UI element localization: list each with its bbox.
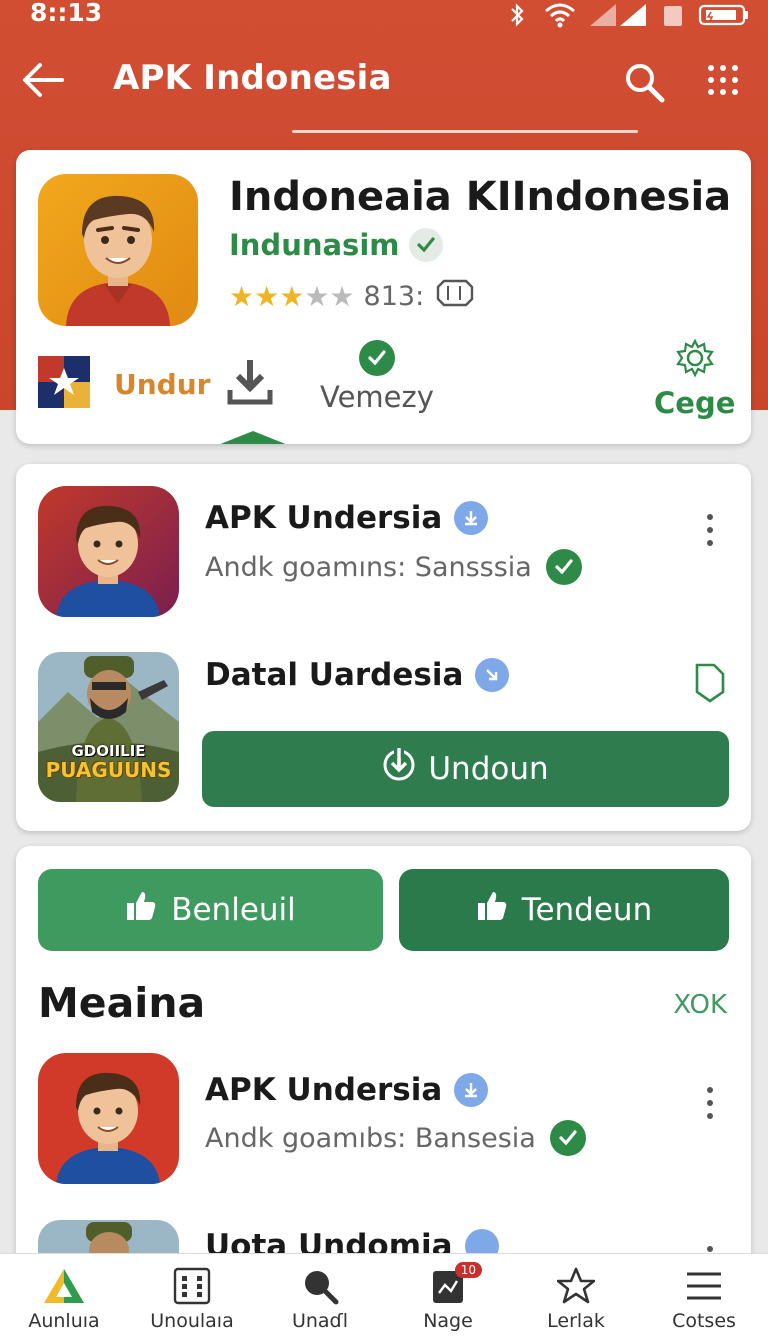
gear-icon (675, 338, 715, 382)
app-name: APK Undersia (205, 500, 443, 536)
download-button[interactable]: Undoun (202, 731, 729, 807)
info-badge-icon (475, 658, 510, 692)
screen-fit-icon (434, 278, 474, 315)
check-circle-icon (545, 549, 582, 585)
vemezy-label: Vemezy (320, 380, 434, 414)
rating-count: 813: (363, 281, 425, 312)
section-more-link[interactable]: XOK (673, 990, 727, 1020)
status-bar: 8::13 (0, 0, 768, 30)
check-circle-icon (549, 1120, 586, 1156)
app-list-card: APK Undersia Andk goamıns: Sansssia GDOI… (16, 464, 751, 831)
nav-label: Nage (423, 1310, 473, 1332)
app-title-row2[interactable]: Datal Uardesia (205, 657, 510, 693)
document-icon[interactable] (694, 662, 726, 704)
signal-icon (590, 2, 648, 28)
apps-grid-icon[interactable] (705, 62, 741, 98)
app-icon-apk-undersia[interactable] (38, 1053, 179, 1184)
nav-label: Unaɗl (291, 1310, 349, 1332)
verified-check-icon (409, 228, 444, 262)
home-icon (42, 1266, 86, 1306)
featured-app-rating: ★ ★ ★ ★ ★ 813: (229, 278, 474, 315)
featured-app-developer[interactable]: Indunasim (229, 228, 444, 262)
thumbs-up-icon (125, 890, 157, 930)
featured-app-icon (38, 174, 198, 326)
nav-item-unoulaia[interactable]: Unoulaıa (128, 1254, 256, 1344)
download-icon (226, 356, 274, 412)
star-filled-icon: ★ (279, 280, 304, 313)
benleuil-button[interactable]: Benleuil (38, 869, 383, 951)
download-action[interactable] (226, 356, 274, 412)
app-icon-apk-undersia[interactable] (38, 486, 179, 617)
nav-label: Aunluıa (28, 1310, 100, 1332)
game-icon-line2: PUAGUUNS (45, 757, 172, 782)
peek-tab-icon (218, 430, 288, 444)
app-icon-datal-uardesia[interactable]: GDOIILIE PUAGUUNS (38, 652, 179, 802)
wifi-icon (544, 2, 576, 28)
nav-item-unadl[interactable]: Unaɗl (256, 1254, 384, 1344)
star-icon (554, 1266, 598, 1306)
app-subtitle-row1: Andk goamıns: Sansssia (205, 549, 582, 585)
nav-label: Unoulaıa (150, 1310, 234, 1332)
tendeun-button[interactable]: Tendeun (399, 869, 729, 951)
updates-icon: 10 (426, 1262, 482, 1306)
star-empty-icon: ★ (304, 280, 329, 313)
undur-action[interactable]: Undur (38, 356, 210, 412)
bluetooth-icon (504, 2, 530, 28)
app-description: Andk goamıbs: Bansesia (205, 1122, 536, 1154)
app-name: APK Undersia (205, 1072, 443, 1108)
app-title: APK Indonesia (113, 58, 392, 98)
nav-item-aunluia[interactable]: Aunluıa (0, 1254, 128, 1344)
download-button-label: Undoun (428, 751, 549, 787)
featured-app-title: Indoneaia KIIndonesia (229, 174, 732, 220)
featured-app-card[interactable]: Indoneaia KIIndonesia Indunasim ★ ★ ★ ★ ★ 81… (16, 150, 751, 444)
developer-name: Indunasim (229, 228, 400, 262)
sim-icon (662, 2, 684, 28)
app-subtitle-row3: Andk goamıbs: Bansesia (205, 1120, 586, 1156)
recommended-card: Benleuil Tendeun Meaina XOK APK Undersia… (16, 846, 751, 1266)
apps-grid-icon (170, 1266, 214, 1306)
nav-item-nage[interactable]: 10 Nage (384, 1254, 512, 1344)
more-options-icon[interactable] (698, 510, 722, 550)
tendeun-label: Tendeun (521, 892, 653, 928)
nav-item-lerlak[interactable]: Lerlak (512, 1254, 640, 1344)
flag-icon (38, 356, 90, 412)
app-bar: APK Indonesia (0, 40, 768, 120)
star-filled-icon: ★ (229, 280, 254, 313)
section-title: Meaina (38, 979, 206, 1027)
nav-badge: 10 (454, 1262, 482, 1278)
more-options-icon[interactable] (698, 1083, 722, 1123)
nav-item-cotses[interactable]: Cotses (640, 1254, 768, 1344)
search-icon (298, 1266, 342, 1306)
vemezy-action[interactable]: Vemezy (320, 340, 434, 414)
info-badge-icon (454, 1073, 489, 1107)
app-description: Andk goamıns: Sansssia (205, 551, 532, 583)
menu-icon (682, 1266, 726, 1306)
tab-indicator (292, 130, 638, 133)
rating-stars: ★ ★ ★ ★ ★ (229, 280, 355, 313)
benleuil-label: Benleuil (171, 892, 296, 928)
search-icon[interactable] (622, 60, 666, 104)
cege-action[interactable]: Cege (654, 338, 735, 420)
app-title-row3[interactable]: APK Undersia (205, 1072, 489, 1108)
battery-icon (698, 2, 750, 28)
info-badge-icon (454, 501, 489, 535)
app-title-row1[interactable]: APK Undersia (205, 500, 489, 536)
undur-label: Undur (114, 367, 211, 401)
star-empty-icon: ★ (329, 280, 354, 313)
check-circle-icon (358, 340, 395, 376)
nav-label: Cotses (672, 1310, 736, 1332)
back-arrow-icon[interactable] (20, 60, 66, 100)
download-icon (382, 748, 416, 790)
thumbs-up-icon (476, 890, 508, 930)
status-time: 8::13 (30, 0, 103, 27)
cege-label: Cege (654, 386, 736, 420)
bottom-navigation: Aunluıa Unoulaıa Unaɗl 10 Nage Lerlak Co… (0, 1253, 768, 1344)
nav-label: Lerlak (547, 1310, 605, 1332)
app-name: Datal Uardesia (205, 657, 464, 693)
star-filled-icon: ★ (254, 280, 279, 313)
